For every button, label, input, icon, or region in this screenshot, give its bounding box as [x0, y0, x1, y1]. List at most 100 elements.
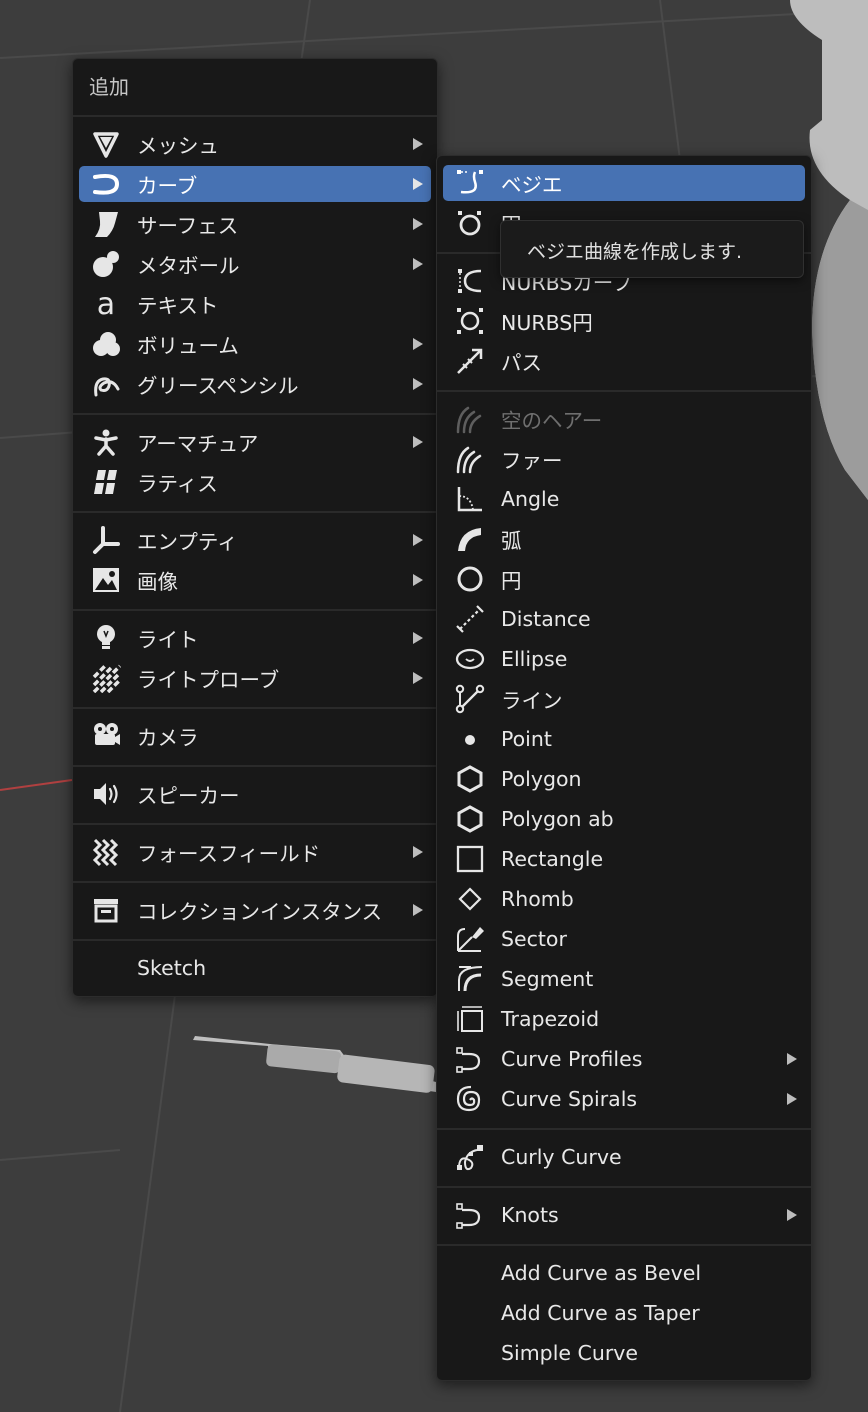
menu-item-grease-pencil[interactable]: グリースペンシル [79, 366, 431, 402]
menu-item-volume[interactable]: ボリューム [79, 326, 431, 362]
image-icon [91, 565, 121, 595]
menu-item-bezier[interactable]: ベジエ [443, 165, 805, 201]
menu-title: 追加 [89, 75, 129, 99]
menu-item-curve-profiles[interactable]: Curve Profiles [443, 1041, 805, 1077]
menu-divider [73, 707, 437, 709]
submenu-arrow-icon [413, 378, 423, 390]
menu-divider [73, 939, 437, 941]
menu-item-empty-hair[interactable]: 空のヘアー [443, 401, 805, 437]
menu-item-curve[interactable]: カーブ [79, 166, 431, 202]
segment-icon [455, 964, 485, 994]
menu-item-light-probe[interactable]: ライトプローブ [79, 660, 431, 696]
menu-item-add-curve-as-bevel[interactable]: Add Curve as Bevel [443, 1255, 805, 1291]
fur-icon [455, 444, 485, 474]
nurbs-circle-icon [455, 306, 485, 336]
submenu-arrow-icon [413, 218, 423, 230]
tooltip-text: ベジエ曲線を作成します. [527, 241, 743, 263]
menu-item-curve-spirals[interactable]: Curve Spirals [443, 1081, 805, 1117]
menu-divider [73, 609, 437, 611]
submenu-arrow-icon [413, 138, 423, 150]
armature-icon [91, 427, 121, 457]
menu-item-rectangle[interactable]: Rectangle [443, 841, 805, 877]
menu-item-ellipse[interactable]: Ellipse [443, 641, 805, 677]
submenu-arrow-icon [413, 178, 423, 190]
knots-icon [455, 1200, 485, 1230]
menu-item-simple-curve[interactable]: Simple Curve [443, 1335, 805, 1371]
menu-item-polygon[interactable]: Polygon [443, 761, 805, 797]
menu-divider [73, 511, 437, 513]
menu-item-path[interactable]: パス [443, 343, 805, 379]
menu-item-light[interactable]: ライト [79, 620, 431, 656]
menu-divider [73, 115, 437, 117]
menu-item-fur[interactable]: ファー [443, 441, 805, 477]
trapezoid-icon [455, 1004, 485, 1034]
line-icon [455, 684, 485, 714]
distance-icon [455, 604, 485, 634]
curve-spirals-icon [455, 1084, 485, 1114]
rectangle-icon [455, 844, 485, 874]
empty-hair-icon [455, 404, 485, 434]
menu-item-empty[interactable]: エンプティ [79, 522, 431, 558]
menu-item-knots[interactable]: Knots [443, 1197, 805, 1233]
menu-item-nurbs-circle[interactable]: NURBS円 [443, 303, 805, 339]
empty-icon [91, 525, 121, 555]
menu-item-add-curve-as-taper[interactable]: Add Curve as Taper [443, 1295, 805, 1331]
menu-item-camera[interactable]: カメラ [79, 718, 431, 754]
menu-item-mesh[interactable]: メッシュ [79, 126, 431, 162]
menu-item-collection-instance[interactable]: コレクションインスタンス [79, 892, 431, 928]
submenu-arrow-icon [787, 1053, 797, 1065]
menu-item-armature[interactable]: アーマチュア [79, 424, 431, 460]
light-probe-icon [91, 663, 121, 693]
circle-icon [455, 564, 485, 594]
menu-item-lattice[interactable]: ラティス [79, 464, 431, 500]
bezier-circle-icon [455, 208, 485, 238]
menu-item-line[interactable]: ライン [443, 681, 805, 717]
menu-item-point[interactable]: Point [443, 721, 805, 757]
angle-icon [455, 484, 485, 514]
menu-item-segment[interactable]: Segment [443, 961, 805, 997]
svg-text:a: a [97, 289, 115, 319]
menu-item-metaball[interactable]: メタボール [79, 246, 431, 282]
collection-instance-icon [91, 895, 121, 925]
menu-item-angle[interactable]: Angle [443, 481, 805, 517]
menu-divider [73, 881, 437, 883]
submenu-arrow-icon [413, 632, 423, 644]
menu-item-force-field[interactable]: フォースフィールド [79, 834, 431, 870]
menu-item-image[interactable]: 画像 [79, 562, 431, 598]
volume-icon [91, 329, 121, 359]
submenu-arrow-icon [413, 534, 423, 546]
force-field-icon [91, 837, 121, 867]
curve-icon [91, 169, 121, 199]
sector-icon [455, 924, 485, 954]
grease-pencil-icon [91, 369, 121, 399]
speaker-icon [91, 779, 121, 809]
menu-item-rhomb[interactable]: Rhomb [443, 881, 805, 917]
menu-divider [73, 413, 437, 415]
tooltip: ベジエ曲線を作成します. [500, 220, 804, 278]
menu-item-surface[interactable]: サーフェス [79, 206, 431, 242]
menu-item-arc[interactable]: 弧 [443, 521, 805, 557]
menu-item-curly-curve[interactable]: Curly Curve [443, 1139, 805, 1175]
curly-curve-icon [455, 1142, 485, 1172]
menu-item-circle[interactable]: 円 [443, 561, 805, 597]
camera-icon [91, 721, 121, 751]
menu-item-text[interactable]: a テキスト [79, 286, 431, 322]
nurbs-curve-icon [455, 266, 485, 296]
curve-profiles-icon [455, 1044, 485, 1074]
menu-divider [437, 390, 811, 392]
menu-item-sector[interactable]: Sector [443, 921, 805, 957]
menu-item-trapezoid[interactable]: Trapezoid [443, 1001, 805, 1037]
menu-item-sketch[interactable]: Sketch [79, 950, 431, 986]
arc-icon [455, 524, 485, 554]
bezier-curve-icon [455, 168, 485, 198]
metaball-icon [91, 249, 121, 279]
menu-item-polygon-ab[interactable]: Polygon ab [443, 801, 805, 837]
submenu-arrow-icon [413, 904, 423, 916]
polygon-icon [455, 764, 485, 794]
menu-divider [437, 1244, 811, 1246]
light-icon [91, 623, 121, 653]
menu-item-distance[interactable]: Distance [443, 601, 805, 637]
surface-icon [91, 209, 121, 239]
ellipse-icon [455, 644, 485, 674]
menu-item-speaker[interactable]: スピーカー [79, 776, 431, 812]
